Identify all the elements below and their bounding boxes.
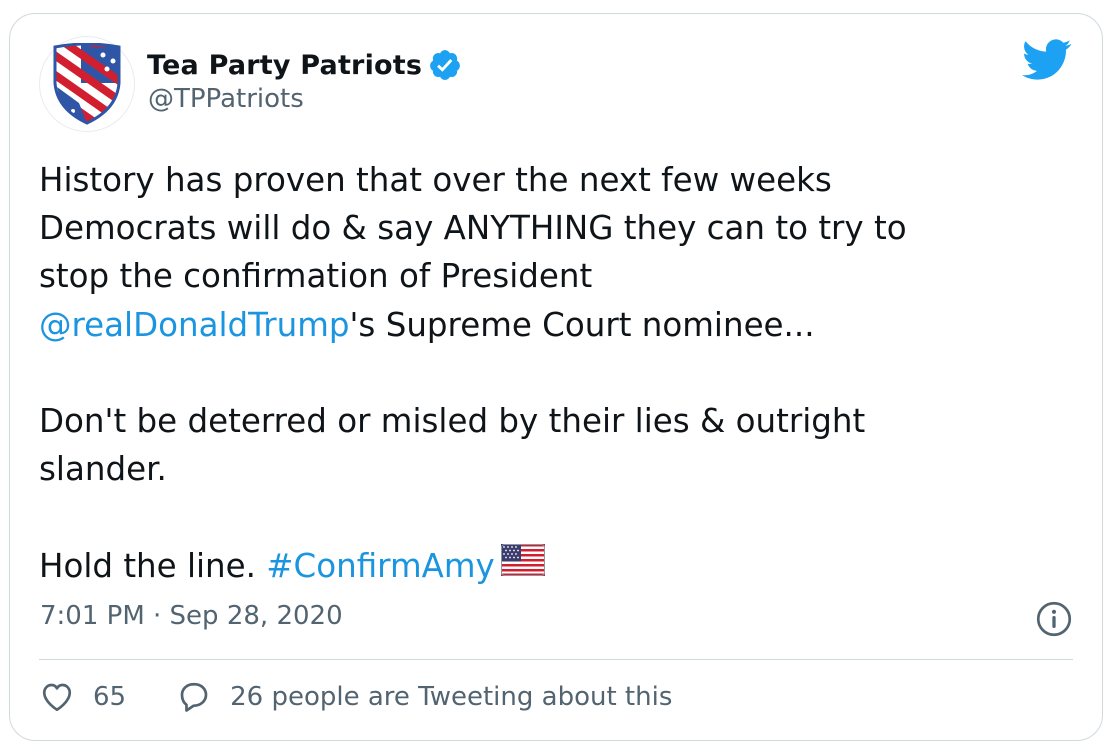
tweet-card[interactable]: Tea Party Patriots @TPPatriots History h… bbox=[9, 13, 1103, 741]
info-icon[interactable] bbox=[1036, 601, 1072, 637]
author-display-name[interactable]: Tea Party Patriots bbox=[147, 50, 422, 81]
shield-flag-logo-icon bbox=[53, 43, 121, 125]
like-button[interactable]: 65 bbox=[39, 679, 126, 715]
like-count: 65 bbox=[93, 682, 127, 712]
tweet-body: History has proven that over the next fe… bbox=[39, 156, 1089, 592]
tweet-line-4-rest: 's Supreme Court nominee... bbox=[349, 305, 815, 344]
hashtag-link[interactable]: #ConfirmAmy bbox=[266, 547, 494, 585]
speech-bubble-icon bbox=[180, 682, 208, 712]
us-flag-icon bbox=[500, 541, 545, 589]
verified-badge-icon bbox=[428, 47, 464, 83]
tweet-line-2: Democrats will do & say ANYTHING they ca… bbox=[39, 209, 907, 248]
author-handle[interactable]: @TPPatriots bbox=[148, 84, 304, 114]
tweet-line-3: stop the confirmation of President bbox=[39, 257, 593, 296]
tweet-paragraph-3-start: Hold the line. bbox=[39, 546, 267, 585]
author-avatar[interactable] bbox=[39, 36, 135, 132]
tweet-line-1: History has proven that over the next fe… bbox=[39, 161, 832, 199]
heart-icon bbox=[42, 683, 72, 712]
tweet-paragraph-2: Don't be deterred or misled by their lie… bbox=[39, 402, 866, 489]
tweeting-about-text: 26 people are Tweeting about this bbox=[230, 682, 673, 712]
twitter-bird-icon[interactable] bbox=[1022, 38, 1072, 82]
mention-link[interactable]: @realDonaldTrump bbox=[39, 306, 350, 344]
divider bbox=[39, 659, 1073, 660]
tweeting-about-link[interactable]: 26 people are Tweeting about this bbox=[176, 679, 672, 715]
tweet-timestamp[interactable]: 7:01 PM · Sep 28, 2020 bbox=[40, 601, 343, 631]
